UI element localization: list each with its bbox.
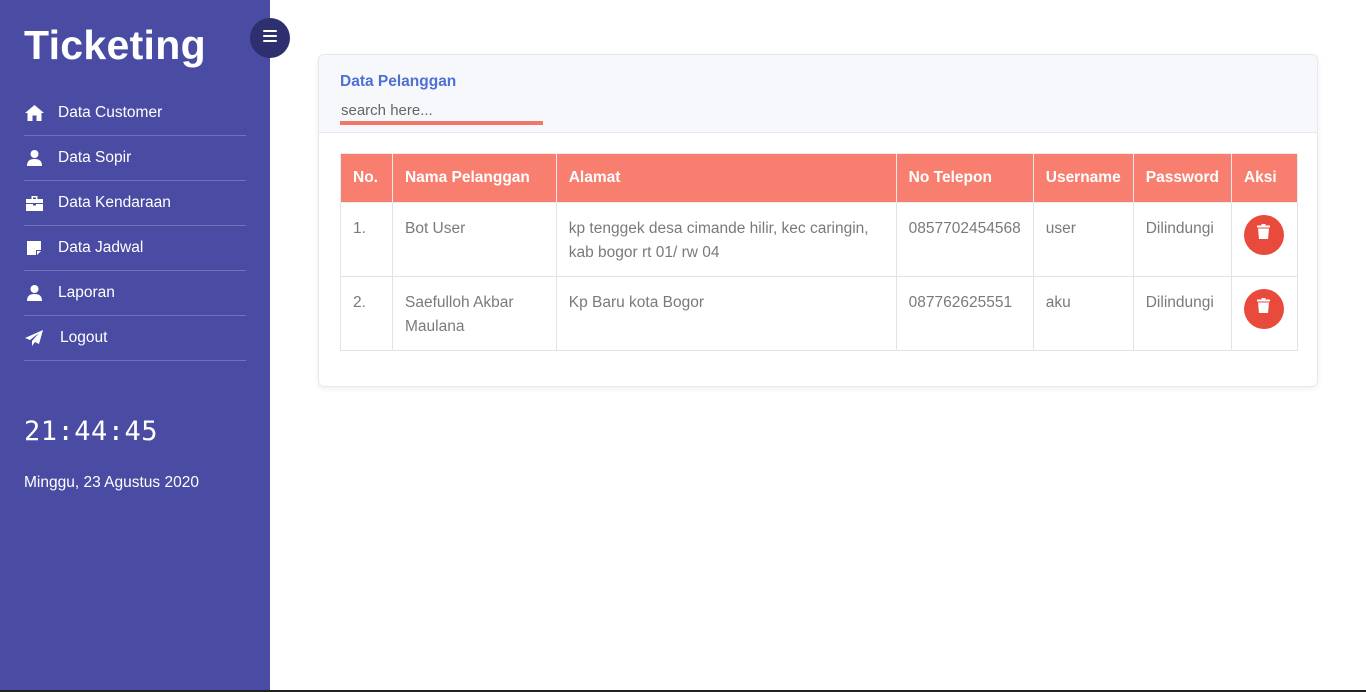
cell-alamat: kp tenggek desa cimande hilir, kec carin…	[555, 202, 897, 277]
sidebar-item-label: Data Jadwal	[58, 239, 144, 256]
table-row: 1. Bot User kp tenggek desa cimande hili…	[340, 202, 1299, 277]
sidebar-item-label: Logout	[60, 329, 108, 346]
cell-telepon: 087762625551	[895, 276, 1034, 351]
sticky-note-icon	[24, 239, 44, 257]
cell-telepon: 0857702454568	[895, 202, 1034, 277]
cell-aksi	[1230, 276, 1299, 351]
cell-username: aku	[1032, 276, 1134, 351]
cell-nama: Bot User	[391, 202, 557, 277]
table-row: 2. Saefulloh Akbar Maulana Kp Baru kota …	[340, 276, 1299, 351]
sidebar-item-label: Laporan	[58, 284, 115, 301]
cell-nama: Saefulloh Akbar Maulana	[391, 276, 557, 351]
sidebar-item-data-jadwal[interactable]: Data Jadwal	[24, 226, 246, 271]
sidebar-nav: Data Customer Data Sopir Data Kendaraan …	[24, 91, 246, 361]
menu-icon	[263, 29, 277, 47]
sidebar: Ticketing Data Customer Data Sopir Data …	[0, 0, 270, 690]
cell-no: 2.	[340, 276, 393, 351]
customer-card: Data Pelanggan No. Nama Pelanggan Alamat…	[318, 54, 1318, 387]
user-icon	[24, 284, 44, 302]
cell-username: user	[1032, 202, 1134, 277]
delete-button[interactable]	[1243, 215, 1284, 255]
sidebar-item-label: Data Sopir	[58, 149, 132, 166]
column-header-aksi: Aksi	[1230, 153, 1299, 203]
current-date: Minggu, 23 Agustus 2020	[24, 474, 199, 491]
column-header-alamat: Alamat	[555, 153, 897, 203]
clock: 21:44:45	[24, 416, 159, 447]
user-icon	[24, 149, 44, 167]
trash-icon	[1257, 223, 1271, 247]
brand-title: Ticketing	[24, 22, 206, 68]
trash-icon	[1257, 297, 1271, 321]
delete-button[interactable]	[1243, 289, 1284, 329]
table-header-row: No. Nama Pelanggan Alamat No Telepon Use…	[340, 153, 1299, 203]
cell-no: 1.	[340, 202, 393, 277]
column-header-username: Username	[1032, 153, 1134, 203]
cell-aksi	[1230, 202, 1299, 277]
sidebar-item-data-kendaraan[interactable]: Data Kendaraan	[24, 181, 246, 226]
sidebar-item-data-sopir[interactable]: Data Sopir	[24, 136, 246, 181]
sidebar-item-label: Data Customer	[58, 104, 163, 121]
sidebar-toggle-button[interactable]	[250, 18, 290, 58]
paper-plane-icon	[24, 329, 44, 347]
cell-password: Dilindungi	[1132, 202, 1232, 277]
cell-password: Dilindungi	[1132, 276, 1232, 351]
column-header-telepon: No Telepon	[895, 153, 1034, 203]
column-header-password: Password	[1132, 153, 1232, 203]
sidebar-item-data-customer[interactable]: Data Customer	[24, 91, 246, 136]
search-input[interactable]	[340, 99, 543, 125]
sidebar-item-label: Data Kendaraan	[58, 194, 171, 211]
sidebar-item-logout[interactable]: Logout	[24, 316, 246, 361]
sidebar-item-laporan[interactable]: Laporan	[24, 271, 246, 316]
customer-table: No. Nama Pelanggan Alamat No Telepon Use…	[340, 153, 1299, 351]
cell-alamat: Kp Baru kota Bogor	[555, 276, 897, 351]
card-title: Data Pelanggan	[340, 73, 457, 90]
column-header-no: No.	[340, 153, 393, 203]
card-header: Data Pelanggan	[319, 55, 1317, 133]
briefcase-icon	[24, 194, 44, 212]
column-header-nama: Nama Pelanggan	[391, 153, 557, 203]
home-icon	[24, 104, 44, 122]
